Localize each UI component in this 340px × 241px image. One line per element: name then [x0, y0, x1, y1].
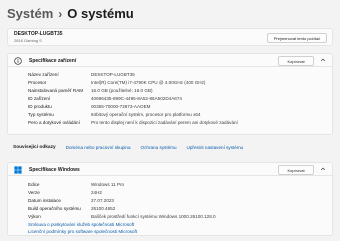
chevron-up-icon[interactable]: [320, 166, 326, 172]
spec-value: Balíček prostředí funkcí systému Windows…: [91, 214, 216, 219]
advanced-system-settings-link[interactable]: Upřesnit nastavení systému: [187, 145, 244, 150]
page-title: O systému: [67, 6, 134, 21]
device-specs-title: Specifikace zařízení: [29, 58, 77, 64]
related-links-title: Související odkazy: [13, 144, 56, 150]
pc-model: 2816 Gaming S: [14, 38, 42, 43]
spec-label: Datum instalace: [28, 198, 61, 203]
chevron-up-icon[interactable]: [320, 57, 326, 63]
spec-value: 27.07.2023: [91, 198, 114, 203]
spec-value: 40696435-899C-4495-8A52-86A502D4A674: [91, 96, 182, 101]
spec-label: ID zařízení: [28, 96, 51, 101]
spec-value: 64bitový operační systém, procesor pro p…: [91, 112, 201, 117]
breadcrumb-system[interactable]: Systém: [7, 6, 53, 21]
spec-value: 26100.4652: [91, 206, 116, 211]
windows-specs-title: Specifikace Windows: [29, 167, 80, 173]
pc-info-card: DESKTOP-LUGBT35 2816 Gaming S Přejmenova…: [7, 28, 333, 46]
spec-value: 24H2: [91, 190, 102, 195]
spec-value: Intel(R) Core(TM) i7-4790K CPU @ 4.00GHz…: [91, 80, 206, 85]
microsoft-license-terms-link[interactable]: Licenční podmínky pro software společnos…: [28, 229, 137, 234]
spec-value: 16.0 GB (použitelné: 16.0 GB): [91, 88, 153, 93]
spec-value: DESKTOP-LUGBT35: [91, 72, 135, 77]
system-protection-link[interactable]: Ochrana systému: [141, 145, 177, 150]
pc-name: DESKTOP-LUGBT35: [14, 31, 63, 37]
domain-workgroup-link[interactable]: Doména nebo pracovní skupina: [66, 145, 131, 150]
spec-label: Název zařízení: [28, 72, 59, 77]
device-specs-header[interactable]: Specifikace zařízení Kopírovat: [7, 53, 333, 67]
spec-label: Verze: [28, 190, 40, 195]
windows-specs-body: Edice Windows 11 Pro Verze 24H2 Datum in…: [7, 176, 333, 236]
spec-label: ID produktu: [28, 104, 52, 109]
spec-label: Build operačního systému: [28, 206, 81, 211]
related-links: Související odkazy Doména nebo pracovní …: [7, 140, 333, 154]
spec-label: Edice: [28, 182, 40, 187]
spec-label: Typ systému: [28, 112, 54, 117]
spec-value: Windows 11 Pro: [91, 182, 125, 187]
copy-device-specs-button[interactable]: Kopírovat: [278, 56, 314, 66]
microsoft-services-agreement-link[interactable]: Smlouva o poskytování služeb společnosti…: [28, 222, 134, 227]
spec-label: Procesor: [28, 80, 47, 85]
device-specs-body: Název zařízení DESKTOP-LUGBT35 Procesor …: [7, 67, 333, 135]
spec-value: Pro tento displej není k dispozici zadáv…: [91, 120, 238, 125]
copy-windows-specs-button[interactable]: Kopírovat: [278, 165, 314, 175]
spec-label: Výkon: [28, 214, 41, 219]
spec-label: Pero a dotykové ovládání: [28, 120, 80, 125]
breadcrumb-separator: ›: [58, 6, 63, 21]
rename-pc-button[interactable]: Přejmenovat tento počítač: [267, 33, 327, 43]
spec-value: 00355-70000-73673-AAOEM: [91, 104, 151, 109]
spec-label: Nainstalovaná paměť RAM: [28, 88, 84, 93]
info-icon: [14, 57, 22, 65]
page-header: Systém › O systému: [7, 6, 134, 21]
windows-specs-header[interactable]: Specifikace Windows Kopírovat: [7, 162, 333, 176]
windows-logo-icon: [14, 166, 22, 174]
